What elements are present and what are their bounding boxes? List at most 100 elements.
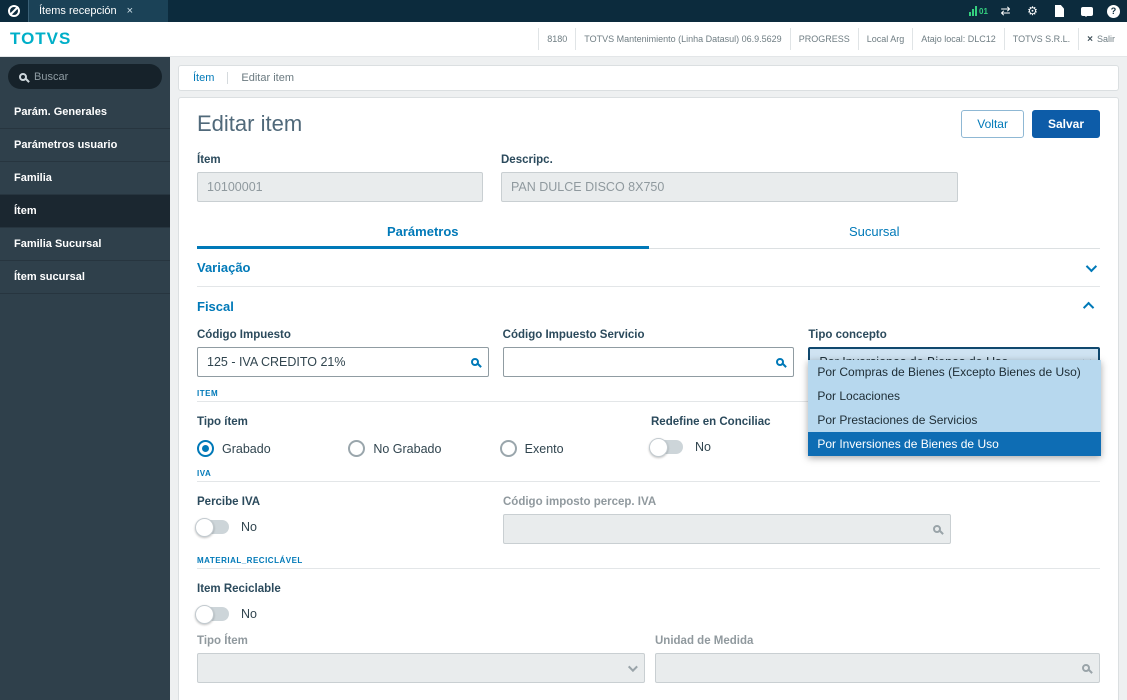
lookup-icon[interactable]: [776, 358, 785, 366]
codigo-impuesto-servicio-input[interactable]: [502, 347, 795, 377]
descripc-field: PAN DULCE DISCO 8X750: [501, 172, 958, 202]
dropdown-option[interactable]: Por Compras de Bienes (Excepto Bienes de…: [808, 360, 1101, 384]
sidebar-item-label: Ítem sucursal: [14, 271, 85, 283]
search-input[interactable]: [34, 70, 151, 83]
signal-status-icon[interactable]: 01: [965, 0, 992, 22]
dropdown-option[interactable]: Por Locaciones: [808, 384, 1101, 408]
descripc-field-label: Descripc.: [501, 154, 553, 166]
codigo-percep-input: [503, 514, 951, 544]
env-database: PROGRESS: [789, 28, 858, 50]
radio-selected-icon: [197, 440, 214, 457]
sidebar-item-parametros-usuario[interactable]: Parámetros usuario: [0, 129, 170, 162]
sidebar-item-item-sucursal[interactable]: Ítem sucursal: [0, 261, 170, 294]
lookup-icon[interactable]: [470, 358, 479, 366]
document-icon[interactable]: [1046, 0, 1073, 22]
codigo-percep-label: Código imposto percep. IVA: [503, 496, 657, 508]
radio-exento[interactable]: Exento: [499, 440, 651, 457]
tipo-concepto-dropdown: Por Compras de Bienes (Excepto Bienes de…: [808, 360, 1102, 456]
env-shortcut: Atajo local: DLC12: [912, 28, 1004, 50]
unidad-medida-input: [655, 653, 1100, 683]
sidebar-item-label: Ítem: [14, 205, 37, 217]
breadcrumb-current: Editar item: [241, 72, 294, 84]
item-reciclable-toggle[interactable]: [195, 605, 229, 624]
lookup-icon-disabled: [1082, 664, 1090, 672]
back-button[interactable]: Voltar: [961, 110, 1024, 138]
sidebar-item-param-generales[interactable]: Parám. Generales: [0, 96, 170, 129]
codigo-impuesto-servicio-label: Código Impuesto Servicio: [502, 329, 645, 341]
toggle-state-label: No: [241, 607, 257, 621]
tab-label: Ítems recepción: [39, 5, 117, 17]
sidebar-item-label: Familia Sucursal: [14, 238, 102, 250]
chevron-down-icon: [1085, 260, 1098, 272]
shuffle-icon[interactable]: ⇄: [992, 0, 1019, 22]
tipo-concepto-label: Tipo concepto: [808, 329, 887, 341]
tab-strip: Parámetros Sucursal: [197, 218, 1100, 249]
prohibition-icon[interactable]: [8, 5, 20, 17]
dropdown-option[interactable]: Por Prestaciones de Servicios: [808, 408, 1101, 432]
item-field: 10100001: [197, 172, 483, 202]
env-company: TOTVS S.R.L.: [1003, 28, 1078, 50]
lookup-icon-disabled: [933, 525, 941, 533]
tab-parametros[interactable]: Parámetros: [197, 218, 649, 249]
chat-icon[interactable]: [1073, 0, 1100, 22]
top-icons: 01 ⇄ ⚙ ?: [965, 0, 1127, 22]
app-header: TOTVS 8180 TOTVS Mantenimiento (Linha Da…: [0, 22, 1127, 57]
sidebar-item-familia[interactable]: Familia: [0, 162, 170, 195]
codigo-impuesto-value: 125 - IVA CREDITO 21%: [207, 355, 346, 369]
section-fiscal[interactable]: Fiscal: [197, 287, 1100, 325]
search-box[interactable]: [8, 64, 162, 89]
sidebar-item-label: Familia: [14, 172, 52, 184]
radio-grabado[interactable]: Grabado: [197, 440, 348, 457]
tipo-item-radio-group: Grabado No Grabado Exento: [197, 440, 651, 457]
radio-label: No Grabado: [373, 441, 442, 456]
help-icon[interactable]: ?: [1100, 0, 1127, 22]
exit-button[interactable]: × Salir: [1078, 28, 1123, 50]
percibe-iva-label: Percibe IVA: [197, 496, 261, 508]
radio-icon: [499, 440, 517, 457]
item-reciclable-label: Item Reciclable: [197, 583, 281, 595]
exit-label: Salir: [1096, 34, 1115, 44]
env-code: 8180: [538, 28, 575, 50]
sidebar-search: [0, 57, 170, 96]
top-bar: Ítems recepción × 01 ⇄ ⚙ ?: [0, 0, 1127, 22]
sidebar-item-familia-sucursal[interactable]: Familia Sucursal: [0, 228, 170, 261]
redefine-conciliac-label: Redefine en Conciliac: [651, 416, 771, 428]
gear-icon[interactable]: ⚙: [1019, 0, 1046, 22]
codigo-impuesto-input[interactable]: 125 - IVA CREDITO 21%: [197, 347, 489, 377]
section-variacao-label: Variação: [197, 260, 251, 275]
chat-glyph: [1080, 6, 1093, 17]
document-glyph: [1055, 5, 1064, 17]
tab-sucursal[interactable]: Sucursal: [649, 218, 1101, 248]
sidebar-item-label: Parám. Generales: [14, 106, 107, 118]
redefine-conciliac-toggle[interactable]: [649, 438, 683, 457]
sidebar-item-label: Parámetros usuario: [14, 139, 118, 151]
dropdown-option-selected[interactable]: Por Inversiones de Bienes de Uso: [808, 432, 1102, 456]
tab-close-icon[interactable]: ×: [127, 5, 133, 17]
toggle-state-label: No: [241, 520, 257, 534]
save-button[interactable]: Salvar: [1031, 110, 1100, 138]
radio-icon: [348, 440, 366, 457]
environment-info-bar: 8180 TOTVS Mantenimiento (Linha Datasul)…: [538, 28, 1123, 50]
open-tab-items-recepcion[interactable]: Ítems recepción ×: [28, 0, 168, 22]
breadcrumb-item-link[interactable]: Ítem: [193, 72, 214, 84]
breadcrumb-separator: [227, 72, 229, 84]
sidebar: Parám. Generales Parámetros usuario Fami…: [0, 57, 170, 700]
tipo-item-select: [197, 653, 645, 683]
radio-label: Exento: [524, 441, 564, 456]
tipo-item-label: Tipo ítem: [197, 416, 248, 428]
main-area: Ítem Editar item Editar item Voltar Salv…: [170, 57, 1127, 700]
edit-item-card: Editar item Voltar Salvar Ítem 10100001 …: [178, 97, 1119, 700]
group-label-material: MATERIAL_RECICLÁVEL: [197, 556, 303, 565]
codigo-impuesto-label: Código Impuesto: [197, 329, 291, 341]
help-glyph: ?: [1107, 4, 1120, 18]
percibe-iva-toggle[interactable]: [195, 518, 229, 537]
signal-bars-icon: [969, 6, 978, 16]
sidebar-item-item[interactable]: Ítem: [0, 195, 170, 228]
radio-label: Grabado: [222, 441, 271, 456]
section-fiscal-label: Fiscal: [197, 298, 234, 314]
section-variacao[interactable]: Variação: [197, 249, 1100, 287]
chevron-up-icon: [1082, 301, 1095, 314]
divider: [197, 481, 1100, 482]
divider: [197, 568, 1100, 569]
radio-no-grabado[interactable]: No Grabado: [348, 440, 499, 457]
